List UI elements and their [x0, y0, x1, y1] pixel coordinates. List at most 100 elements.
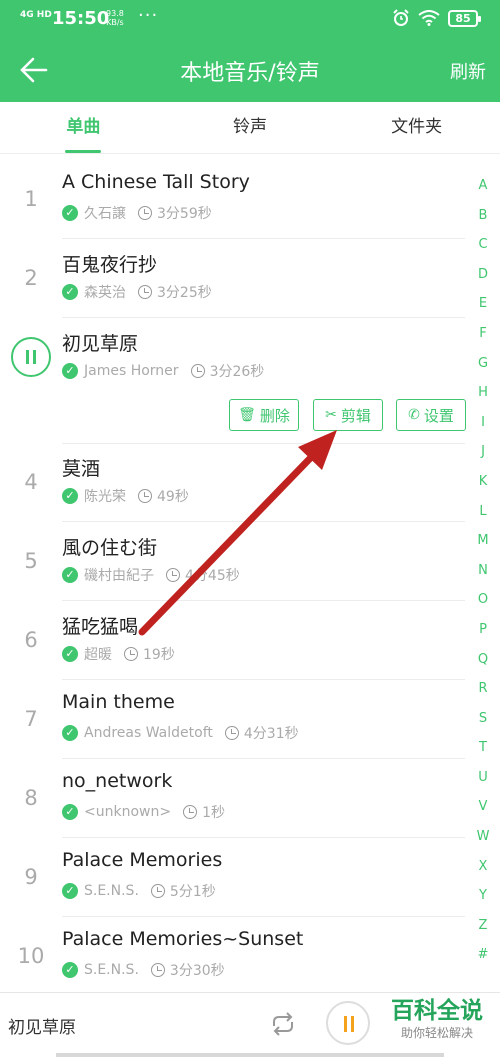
check-icon: ✓	[62, 567, 78, 583]
play-pause-button[interactable]	[326, 1001, 370, 1045]
check-icon: ✓	[62, 883, 78, 899]
clock-icon	[124, 647, 138, 661]
clock-icon	[166, 568, 180, 582]
speed-unit: KB/s	[106, 18, 124, 27]
tab-ringtones[interactable]: 铃声	[167, 102, 334, 153]
song-artist: 磯村由紀子	[84, 568, 154, 584]
song-number: 5	[24, 549, 38, 573]
index-letter[interactable]: W	[472, 829, 494, 859]
index-letter[interactable]: Z	[472, 918, 494, 948]
song-row[interactable]: 5 風の住む街 ✓ 磯村由紀子 4分45秒	[0, 522, 465, 601]
index-letter[interactable]: I	[472, 415, 494, 445]
tab-songs[interactable]: 单曲	[0, 102, 167, 153]
song-duration: 3分26秒	[209, 364, 265, 380]
watermark-slogan: 助你轻松解决	[400, 1026, 473, 1040]
song-artist: S.E.N.S.	[84, 883, 139, 899]
watermark-logo: 百科全说 助你轻松解决	[378, 997, 496, 1041]
song-number: 2	[24, 266, 38, 290]
index-letter[interactable]: D	[472, 267, 494, 297]
set-ringtone-button[interactable]: ✆ 设置	[396, 399, 466, 431]
index-letter[interactable]: L	[472, 504, 494, 534]
index-letter[interactable]: Y	[472, 888, 494, 918]
song-duration: 1秒	[202, 805, 225, 821]
clock-icon	[150, 884, 165, 898]
song-title: Palace Memories~Sunset	[62, 928, 304, 950]
index-letter[interactable]: C	[472, 237, 494, 267]
song-row[interactable]: 9 Palace Memories ✓ S.E.N.S. 5分1秒	[0, 838, 465, 917]
song-duration: 4分45秒	[185, 568, 240, 584]
index-letter[interactable]: O	[472, 592, 494, 622]
song-row[interactable]: 1 A Chinese Tall Story ✓ 久石譲 3分59秒	[0, 160, 465, 239]
repeat-icon[interactable]	[268, 1009, 298, 1039]
wifi-icon	[418, 10, 440, 26]
song-duration: 19秒	[143, 647, 175, 663]
song-duration: 49秒	[157, 489, 189, 505]
index-letter[interactable]: H	[472, 385, 494, 415]
index-letter[interactable]: X	[472, 859, 494, 889]
clock-icon	[190, 364, 205, 378]
clock-icon	[183, 805, 198, 819]
clock-icon	[138, 206, 152, 220]
index-letter[interactable]: J	[472, 444, 494, 474]
song-row[interactable]: 2 百鬼夜行抄 ✓ 森英治 3分25秒	[0, 239, 465, 318]
index-letter[interactable]: M	[472, 533, 494, 563]
index-letter[interactable]: P	[472, 622, 494, 652]
index-letter[interactable]: E	[472, 296, 494, 326]
status-icons: 85	[392, 9, 481, 27]
song-row[interactable]: 10 Palace Memories~Sunset ✓ S.E.N.S. 3分3…	[0, 917, 465, 996]
divider	[56, 1053, 444, 1057]
song-duration: 3分30秒	[169, 963, 225, 979]
index-letter[interactable]: N	[472, 563, 494, 593]
index-letter[interactable]: S	[472, 711, 494, 741]
index-letter[interactable]: F	[472, 326, 494, 356]
status-bar: 4G HD 15:50 93.8 KB/s ··· 85	[0, 0, 500, 38]
index-letter[interactable]: K	[472, 474, 494, 504]
index-letter[interactable]: Q	[472, 652, 494, 682]
song-title: 初见草原	[62, 333, 139, 355]
refresh-button[interactable]: 刷新	[450, 58, 486, 84]
song-duration: 3分25秒	[157, 285, 212, 301]
alarm-icon	[393, 9, 409, 26]
song-artist: S.E.N.S.	[84, 962, 139, 978]
index-letter[interactable]: U	[472, 770, 494, 800]
network-speed: 93.8 KB/s	[106, 9, 124, 27]
battery-icon: 85	[448, 9, 481, 27]
tab-folders[interactable]: 文件夹	[333, 102, 500, 153]
divider	[62, 443, 465, 444]
check-icon: ✓	[62, 488, 78, 504]
song-row[interactable]: 8 no_network ✓ <unknown> 1秒	[0, 759, 465, 838]
pause-icon[interactable]	[11, 337, 51, 377]
song-meta: ✓ 陈光荣 49秒	[62, 486, 189, 506]
check-icon: ✓	[62, 284, 78, 300]
player-bar[interactable]: 初见草原 百科全说 助你轻松解决	[0, 992, 500, 1057]
song-title: 百鬼夜行抄	[62, 254, 158, 276]
scissors-icon: ✂	[325, 407, 337, 423]
index-letter[interactable]: A	[472, 178, 494, 208]
check-icon: ✓	[62, 646, 78, 662]
song-row[interactable]: 6 猛吃猛喝 ✓ 超暖 19秒	[0, 601, 465, 680]
song-row[interactable]: 7 Main theme ✓ Andreas Waldetoft 4分31秒	[0, 680, 465, 759]
song-title: 風の住む街	[62, 537, 158, 559]
index-letter[interactable]: #	[472, 947, 494, 977]
index-letter[interactable]: R	[472, 681, 494, 711]
index-letter[interactable]: B	[472, 208, 494, 238]
song-artist: <unknown>	[84, 804, 172, 820]
song-meta: ✓ S.E.N.S. 5分1秒	[62, 881, 216, 901]
song-row[interactable]: 4 莫酒 ✓ 陈光荣 49秒	[0, 443, 465, 522]
song-number: 8	[24, 786, 38, 810]
edit-button[interactable]: ✂ 剪辑	[313, 399, 383, 431]
index-letter[interactable]: G	[472, 356, 494, 386]
tab-bar: 单曲 铃声 文件夹	[0, 102, 500, 154]
phone-icon: ✆	[408, 407, 420, 423]
song-title: Palace Memories	[62, 849, 223, 871]
index-letter[interactable]: V	[472, 799, 494, 829]
song-meta: ✓ <unknown> 1秒	[62, 802, 225, 822]
song-row-playing[interactable]: 初见草原 ✓ James Horner 3分26秒	[0, 318, 465, 397]
app-header: 4G HD 15:50 93.8 KB/s ··· 85 本地音乐/铃声 刷新	[0, 0, 500, 102]
delete-button[interactable]: 🗑 删除	[229, 399, 299, 431]
song-meta: ✓ 超暖 19秒	[62, 644, 175, 664]
song-meta: ✓ S.E.N.S. 3分30秒	[62, 960, 225, 980]
status-time: 15:50	[52, 8, 110, 29]
index-letter[interactable]: T	[472, 740, 494, 770]
song-artist: 久石譲	[84, 206, 126, 222]
